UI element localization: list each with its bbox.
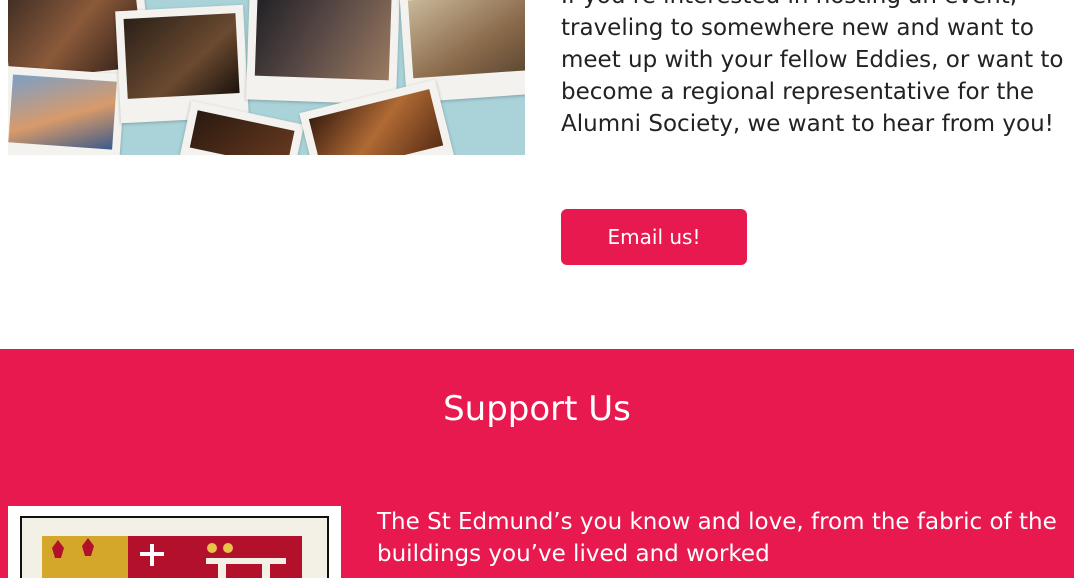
alumni-photo-collage [8,0,525,155]
crest-frame [20,516,329,578]
crest-icon [42,536,302,578]
support-paragraph: The St Edmund’s you know and love, from … [377,509,1057,567]
support-title: Support Us [443,389,631,429]
support-section: Support Us The St Edmund’s you know and … [0,349,1074,578]
polaroid-photo [8,65,126,155]
polaroid-photo [115,4,249,124]
college-crest-image [8,506,341,578]
page: If you’re interested in hosting an event… [0,0,1074,578]
polaroid-photo [245,0,401,105]
get-involved-text: If you’re interested in hosting an event… [561,0,1071,140]
get-involved-paragraph: If you’re interested in hosting an event… [561,0,1064,137]
email-us-button[interactable]: Email us! [561,209,747,265]
